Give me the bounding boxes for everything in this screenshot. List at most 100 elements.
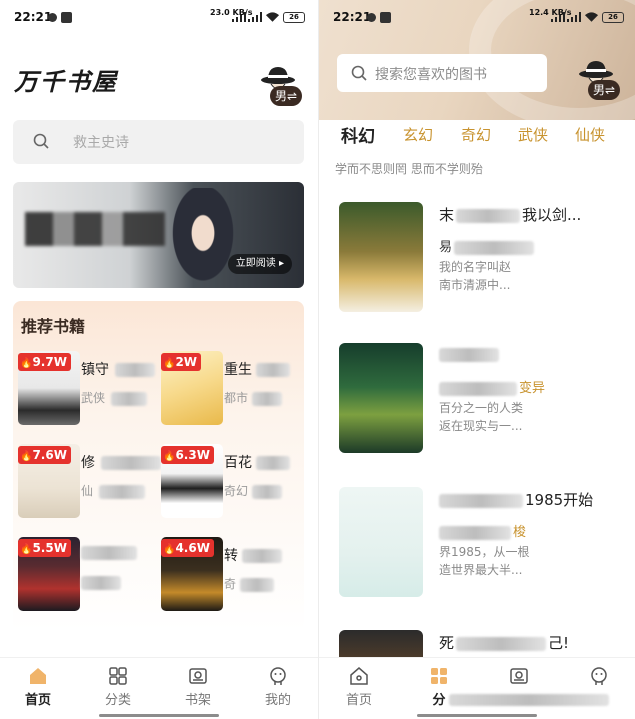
tab-profile[interactable] bbox=[569, 664, 629, 689]
book-title bbox=[81, 545, 137, 561]
book-cover bbox=[339, 487, 423, 597]
book-card[interactable]: 🔥6.3W 百花 奇幻 bbox=[156, 444, 296, 518]
tab-label: 首页 bbox=[24, 693, 51, 708]
popularity-badge: 🔥6.3W bbox=[161, 446, 214, 464]
book-card[interactable]: 🔥2W 重生 都市 bbox=[156, 351, 296, 425]
status-time: 22:21 bbox=[333, 10, 372, 24]
flame-icon: 🔥 bbox=[163, 544, 176, 555]
popularity-badge: 🔥7.6W bbox=[18, 446, 71, 464]
popularity-badge: 🔥5.5W bbox=[18, 539, 71, 557]
flame-icon: 🔥 bbox=[20, 544, 33, 555]
book-list-item[interactable]: 末我以剑... 易 我的名字叫赵 南市清源中... bbox=[339, 202, 624, 314]
tab-label: 我的 bbox=[264, 693, 291, 708]
search-icon bbox=[351, 65, 367, 81]
tab-fantasy[interactable]: 奇幻 bbox=[461, 124, 491, 145]
banner-character-image bbox=[168, 188, 238, 288]
signal-icon bbox=[551, 12, 565, 22]
motto-text: 学而不思则罔 思而不学则殆 bbox=[335, 162, 483, 176]
book-title: 死己! bbox=[439, 634, 570, 652]
tab-scifi[interactable]: 科幻 bbox=[341, 122, 375, 147]
book-list-item[interactable]: 变异 百分之一的人类 返在现实与一... bbox=[339, 343, 624, 455]
search-icon bbox=[33, 133, 49, 149]
book-author: 变异 bbox=[439, 377, 545, 396]
battery-icon: 26 bbox=[283, 12, 305, 23]
home-screen: 22:21 23.0 KB/s 26 万千书屋 男⇌ 救主史诗 立即阅读 ▸ 推… bbox=[0, 0, 318, 719]
category-tabs: 科幻 玄幻 奇幻 武侠 仙侠 bbox=[319, 122, 635, 148]
home-indicator bbox=[417, 714, 537, 717]
tab-home[interactable]: 首页 bbox=[329, 664, 389, 708]
grid-icon bbox=[431, 668, 447, 684]
battery-icon: 26 bbox=[602, 12, 624, 23]
tab-bookshelf[interactable]: 书架 bbox=[168, 664, 228, 708]
gender-toggle[interactable]: 男⇌ bbox=[588, 80, 620, 100]
tab-home[interactable]: 首页 bbox=[8, 664, 68, 708]
book-category: 都市 bbox=[224, 389, 283, 406]
book-description: 界1985，从一根 造世界最大半... bbox=[439, 545, 530, 577]
search-placeholder: 搜索您喜欢的图书 bbox=[375, 67, 487, 83]
book-cover bbox=[339, 343, 423, 453]
app-logo: 万千书屋 bbox=[14, 67, 118, 96]
book-author: 易 bbox=[439, 236, 535, 255]
book-card[interactable]: 🔥5.5W bbox=[13, 537, 153, 611]
banner-title-image bbox=[25, 212, 165, 246]
notification-icon bbox=[61, 12, 72, 23]
book-category: 仙 bbox=[81, 482, 146, 499]
book-category: 奇幻 bbox=[224, 482, 283, 499]
flame-icon: 🔥 bbox=[163, 358, 176, 369]
signal-icon bbox=[567, 12, 581, 22]
book-title: 末我以剑... bbox=[439, 206, 582, 224]
book-category bbox=[81, 575, 121, 590]
tab-label: 书架 bbox=[184, 693, 211, 708]
book-description: 百分之一的人类 返在现实与一... bbox=[439, 401, 524, 433]
status-bar: 22:21 23.0 KB/s 26 bbox=[0, 0, 318, 34]
avatar[interactable]: 男⇌ bbox=[574, 52, 622, 100]
tab-xuanhuan[interactable]: 玄幻 bbox=[403, 124, 433, 145]
tab-profile[interactable]: 我的 bbox=[248, 664, 308, 708]
book-card[interactable]: 🔥4.6W 转 奇 bbox=[156, 537, 296, 611]
flame-icon: 🔥 bbox=[20, 358, 33, 369]
search-placeholder: 救主史诗 bbox=[73, 135, 129, 151]
category-screen: 22:21 12.4 KB/s 26 搜索您喜欢的图书 男⇌ 科幻 玄幻 奇幻 … bbox=[318, 0, 635, 719]
search-input[interactable]: 搜索您喜欢的图书 bbox=[337, 54, 547, 92]
book-author: 梭 bbox=[439, 521, 526, 540]
tab-label: 首页 bbox=[345, 693, 372, 708]
notification-icon bbox=[367, 13, 376, 22]
bookshelf-icon bbox=[510, 668, 528, 684]
bookshelf-icon bbox=[189, 668, 207, 684]
bottom-tab-bar: 首页 分 bbox=[319, 657, 635, 719]
tab-label: 分类 bbox=[104, 693, 131, 708]
tab-wuxia[interactable]: 武侠 bbox=[518, 124, 548, 145]
promo-banner[interactable]: 立即阅读 ▸ bbox=[13, 182, 304, 288]
watermark bbox=[449, 694, 609, 706]
book-category: 武侠 bbox=[81, 389, 148, 406]
wifi-icon bbox=[584, 12, 599, 22]
book-title: 转 bbox=[224, 545, 282, 565]
home-icon bbox=[30, 668, 46, 684]
book-title bbox=[439, 345, 499, 363]
avatar[interactable]: 男⇌ bbox=[256, 58, 304, 106]
bottom-tab-bar: 首页 分类 书架 我的 bbox=[0, 657, 318, 719]
popularity-badge: 🔥2W bbox=[161, 353, 202, 371]
book-title: 镇守 bbox=[81, 359, 155, 379]
popularity-badge: 🔥9.7W bbox=[18, 353, 71, 371]
book-card[interactable]: 🔥7.6W 修 仙 bbox=[13, 444, 161, 518]
gender-toggle[interactable]: 男⇌ bbox=[270, 86, 302, 106]
tab-bookshelf[interactable] bbox=[489, 664, 549, 689]
profile-icon bbox=[591, 667, 607, 685]
home-icon bbox=[350, 667, 368, 685]
book-description: 我的名字叫赵 南市清源中... bbox=[439, 260, 512, 292]
search-input[interactable]: 救主史诗 bbox=[13, 120, 304, 164]
book-category: 奇 bbox=[224, 575, 275, 592]
book-title: 重生 bbox=[224, 359, 290, 379]
tab-xianxia[interactable]: 仙侠 bbox=[575, 124, 605, 145]
signal-icon bbox=[248, 12, 262, 22]
read-now-button[interactable]: 立即阅读 ▸ bbox=[227, 254, 292, 274]
book-card[interactable]: 🔥9.7W 镇守 武侠 bbox=[13, 351, 155, 425]
book-list-item[interactable]: 1985开始 梭 界1985，从一根 造世界最大半... bbox=[339, 487, 624, 599]
book-title: 1985开始 bbox=[439, 489, 593, 510]
notification-icon bbox=[380, 12, 391, 23]
wifi-icon bbox=[265, 12, 280, 22]
profile-icon bbox=[270, 667, 286, 685]
tab-category[interactable]: 分类 bbox=[88, 664, 148, 708]
signal-icon bbox=[232, 12, 246, 22]
